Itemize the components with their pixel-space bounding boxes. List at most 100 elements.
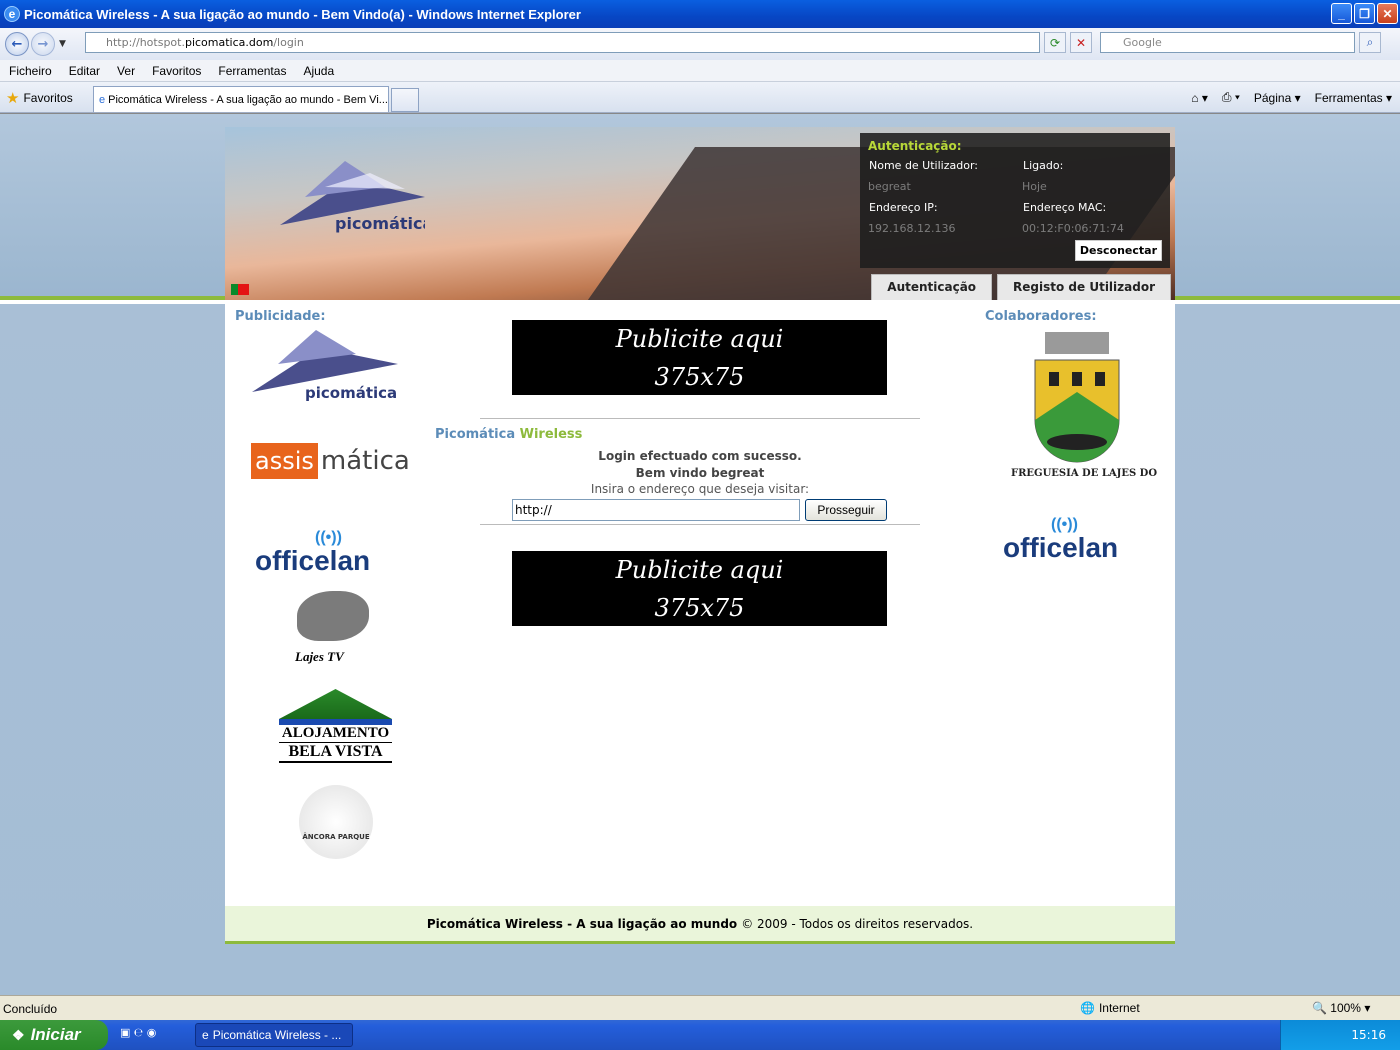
quicklaunch-icons[interactable]: ▣ ℮ ◉	[120, 1026, 156, 1039]
status-text: Concluído	[3, 1002, 58, 1016]
stop-icon[interactable]: ✕	[1070, 32, 1092, 53]
disconnect-button[interactable]: Desconectar	[1074, 240, 1162, 261]
tools-menu[interactable]: Ferramentas ▾	[1315, 91, 1392, 105]
window-controls: _ ❐ ✕	[1331, 3, 1398, 24]
menu-editar[interactable]: Editar	[60, 64, 108, 78]
star-icon: ★	[6, 90, 20, 107]
ad-logo-text: picomática	[305, 384, 397, 402]
page-label: Página	[1253, 90, 1292, 105]
brand-wireless: Wireless	[519, 427, 583, 442]
wifi-partner-icon: ((•))	[1051, 516, 1078, 533]
lajes-do-pico-crest[interactable]: FREGUESIA DE LAJES DO PICO	[997, 324, 1190, 489]
alojamento-text: ALOJAMENTO	[279, 725, 392, 743]
connected-value: Hoje	[1022, 180, 1047, 193]
footer-copyright: © 2009 - Todos os direitos reservados.	[741, 916, 974, 931]
home-icon[interactable]: ⌂ ▾	[1191, 91, 1208, 105]
task-title: Picomática Wireless - ...	[212, 1028, 342, 1042]
url-path: /login	[273, 36, 304, 49]
ie-icon: e	[4, 6, 20, 22]
menu-ferramentas[interactable]: Ferramentas	[209, 64, 294, 78]
matica-text: mática	[320, 446, 410, 476]
officelan-ad-logo[interactable]: ((•)) officelan	[255, 530, 420, 577]
menu-ver[interactable]: Ver	[108, 64, 143, 78]
assismatica-logo[interactable]: assis mática	[251, 443, 420, 479]
taskbar-ie-window[interactable]: e Picomática Wireless - ...	[195, 1023, 353, 1047]
history-dropdown-icon[interactable]: ▼	[59, 39, 66, 49]
minimize-button[interactable]: _	[1331, 3, 1352, 24]
tab-registo[interactable]: Registo de Utilizador	[997, 274, 1171, 300]
menu-favoritos[interactable]: Favoritos	[143, 64, 209, 78]
menu-ficheiro[interactable]: Ficheiro	[0, 64, 60, 78]
crest-text: FREGUESIA DE LAJES DO PICO	[1011, 468, 1157, 479]
print-icon[interactable]: ⎙ ▾	[1222, 90, 1240, 105]
welcome-message: Bem vindo begreat	[635, 466, 765, 480]
user-value: begreat	[868, 180, 911, 193]
tools-label: Ferramentas	[1314, 90, 1383, 105]
refresh-icon[interactable]: ⟳	[1044, 32, 1066, 53]
menu-bar: Ficheiro Editar Ver Favoritos Ferramenta…	[0, 60, 1400, 82]
search-icon[interactable]: ⌕	[1359, 32, 1381, 53]
ancora-parque-logo[interactable]: ÂNCORA PARQUE	[299, 785, 373, 859]
windows-logo-icon: ❖	[12, 1026, 25, 1043]
browser-tab[interactable]: e Picomática Wireless - A sua ligação ao…	[93, 86, 389, 112]
status-bar: Concluído 🌐 Internet 🔍 100% ▾	[0, 995, 1400, 1020]
favorites-bar: ★ Favoritos e Picomática Wireless - A su…	[0, 82, 1400, 113]
ie-tab-icon: e	[99, 93, 106, 106]
user-label: Nome de Utilizador:	[869, 159, 978, 172]
hill-icon	[279, 689, 392, 719]
close-button[interactable]: ✕	[1377, 3, 1398, 24]
restore-button[interactable]: ❐	[1354, 3, 1375, 24]
tab-autenticacao[interactable]: Autenticação	[871, 274, 993, 300]
clock: 15:16	[1351, 1028, 1386, 1042]
page-menu[interactable]: Página ▾	[1254, 91, 1301, 105]
zoom-control[interactable]: 🔍 100% ▾	[1312, 1001, 1370, 1015]
back-button[interactable]: ←	[5, 32, 29, 56]
zoom-text: 100%	[1330, 1001, 1361, 1015]
ad-top-line1: Publicite aqui	[615, 325, 784, 353]
url-input[interactable]	[512, 499, 800, 521]
prosseguir-button[interactable]: Prosseguir	[805, 499, 887, 521]
assis-text: assis	[251, 443, 318, 479]
url-prefix: http://hotspot.	[106, 36, 185, 49]
ads-title: Publicidade:	[235, 309, 326, 324]
ad-bottom-line1: Publicite aqui	[615, 556, 784, 584]
tab-title: Picomática Wireless - A sua ligação ao m…	[108, 93, 388, 106]
favorites-button[interactable]: ★ Favoritos	[6, 89, 73, 107]
window-titlebar: e Picomática Wireless - A sua ligação ao…	[0, 0, 1400, 28]
main-content: Publicite aqui 375x75 Picomática Wireles…	[435, 320, 965, 626]
url-domain: picomatica.dom	[184, 36, 274, 49]
picomatica-ad-logo[interactable]: picomática	[250, 326, 400, 404]
auth-panel: Autenticação: Nome de Utilizador: Ligado…	[860, 133, 1170, 268]
divider-top	[480, 418, 920, 419]
system-tray: 15:16	[1280, 1020, 1400, 1050]
ad-banner-bottom[interactable]: Publicite aqui 375x75	[512, 551, 887, 626]
search-input[interactable]: Google	[1100, 32, 1355, 53]
login-success-message: Login efectuado com sucesso.	[598, 449, 802, 463]
officelan-text: officelan	[255, 545, 371, 576]
forward-button[interactable]: →	[31, 32, 55, 56]
mac-value: 00:12:F0:06:71:74	[1022, 222, 1124, 235]
start-button[interactable]: ❖ Iniciar	[0, 1020, 108, 1050]
whale-icon	[297, 591, 369, 641]
portugal-flag-icon[interactable]	[231, 284, 249, 295]
menu-ajuda[interactable]: Ajuda	[294, 64, 342, 78]
url-form: Prosseguir	[512, 499, 965, 521]
ads-column: Publicidade: picomática assis mática ((•…	[235, 309, 420, 859]
ip-label: Endereço IP:	[869, 201, 938, 214]
address-input[interactable]: http://hotspot. picomatica.dom/login	[85, 32, 1040, 53]
ad-banner-top[interactable]: Publicite aqui 375x75	[512, 320, 887, 395]
favorites-label: Favoritos	[23, 91, 73, 105]
officelan-partner-text: officelan	[1003, 532, 1119, 563]
ad-top-line2: 375x75	[654, 363, 745, 391]
wireless-title: Picomática Wireless	[435, 427, 965, 442]
new-tab-button[interactable]	[391, 88, 419, 112]
divider-bottom	[480, 524, 920, 525]
auth-title: Autenticação:	[868, 139, 962, 153]
bela-vista-logo[interactable]: ALOJAMENTO BELA VISTA	[279, 689, 392, 763]
lajes-tv-logo[interactable]: Lajes TV	[295, 591, 375, 671]
bela-vista-text: BELA VISTA	[279, 743, 392, 763]
start-label: Iniciar	[30, 1025, 81, 1044]
site-container: picomática Autenticação: Nome de Utiliza…	[225, 127, 1190, 944]
mac-label: Endereço MAC:	[1023, 201, 1107, 214]
officelan-partner-logo[interactable]: ((•)) officelan	[1003, 516, 1170, 564]
